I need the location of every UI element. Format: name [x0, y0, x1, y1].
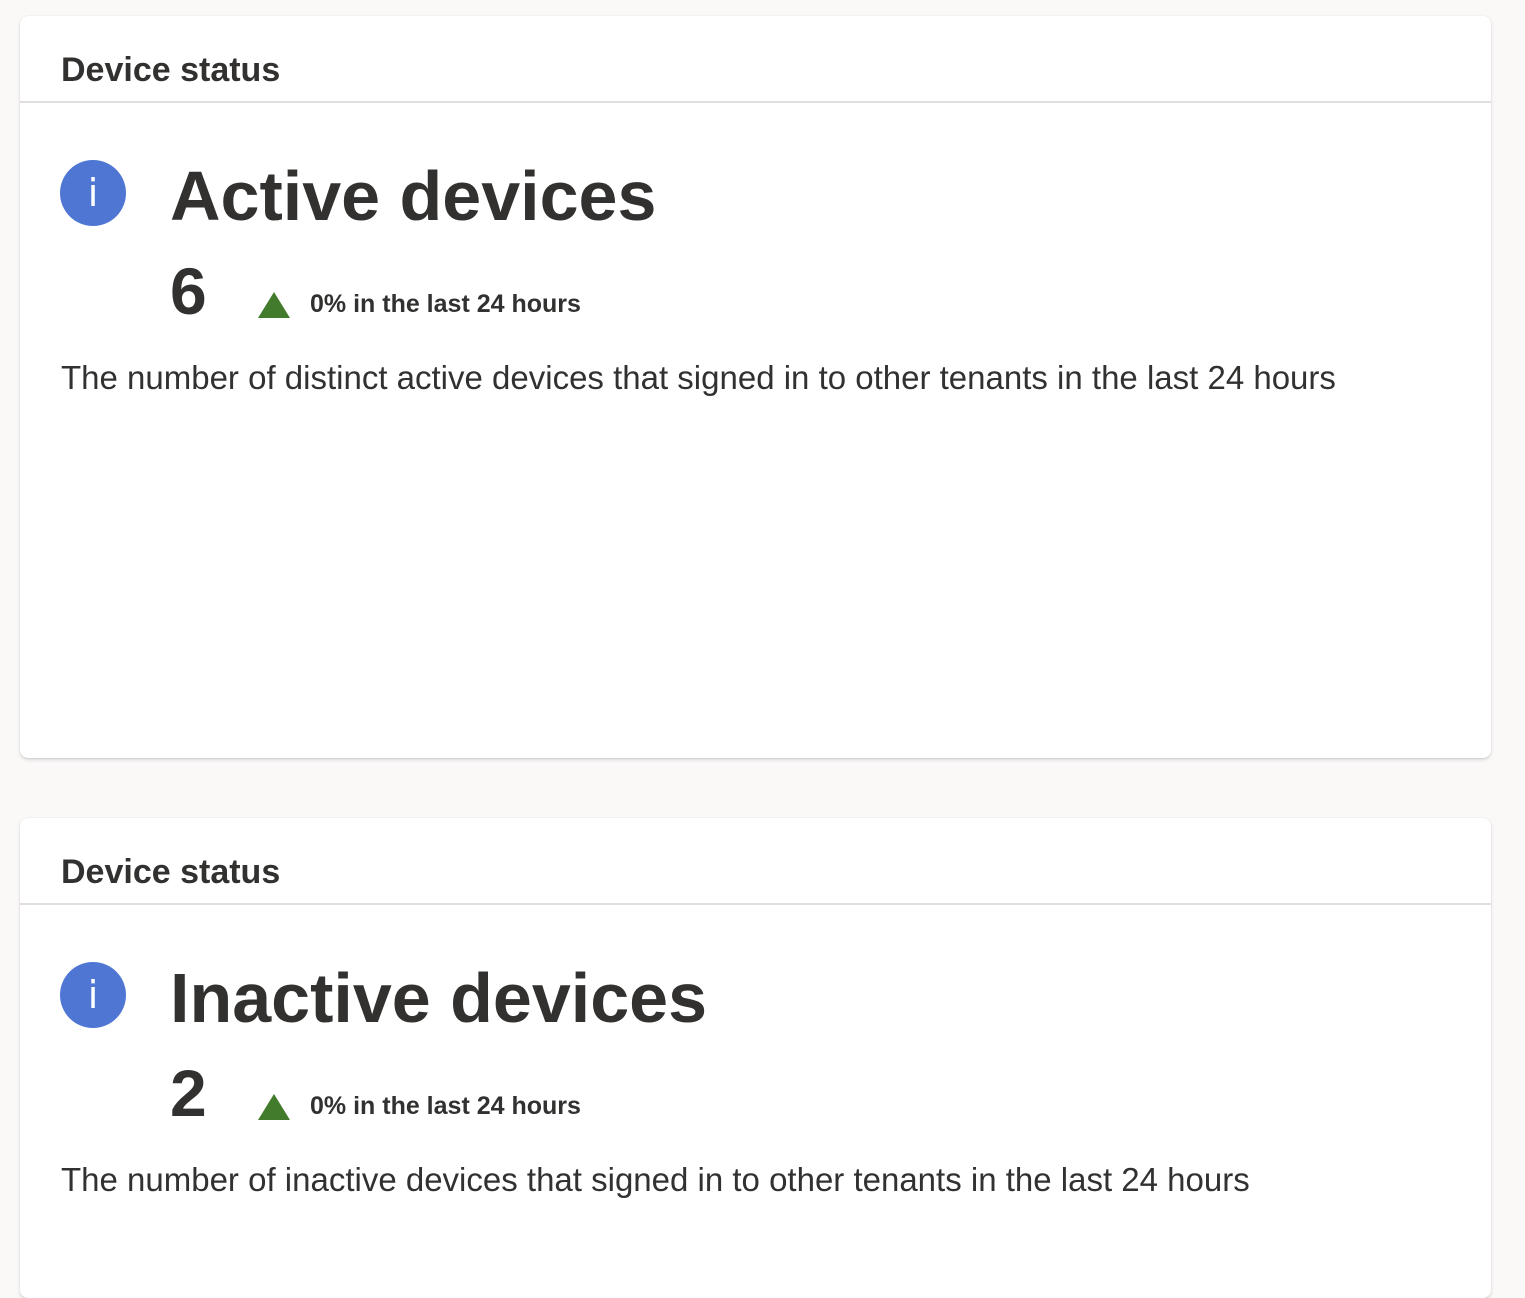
card-title: Device status — [61, 51, 281, 89]
trend-text: 0% in the last 24 hours — [310, 290, 581, 318]
trend-text: 0% in the last 24 hours — [310, 1092, 581, 1120]
trend-indicator: 0% in the last 24 hours — [258, 290, 581, 319]
info-icon[interactable]: i — [60, 160, 126, 226]
card-header: Device status — [20, 818, 1491, 905]
metric-description: The number of distinct active devices th… — [61, 359, 1336, 396]
card-header: Device status — [20, 16, 1491, 103]
metric-value: 2 — [170, 1056, 207, 1130]
inactive-devices-card: Device status i Inactive devices 2 0% in… — [20, 818, 1491, 1298]
metric-value: 6 — [170, 254, 207, 328]
metric-title: Active devices — [170, 157, 657, 235]
card-title: Device status — [61, 853, 281, 891]
active-devices-card: Device status i Active devices 6 0% in t… — [20, 16, 1491, 758]
trend-up-arrow-icon — [258, 291, 290, 318]
info-icon[interactable]: i — [60, 962, 126, 1028]
trend-up-arrow-icon — [258, 1093, 290, 1120]
trend-indicator: 0% in the last 24 hours — [258, 1092, 581, 1121]
metric-title: Inactive devices — [170, 959, 707, 1037]
metric-description: The number of inactive devices that sign… — [61, 1161, 1250, 1198]
